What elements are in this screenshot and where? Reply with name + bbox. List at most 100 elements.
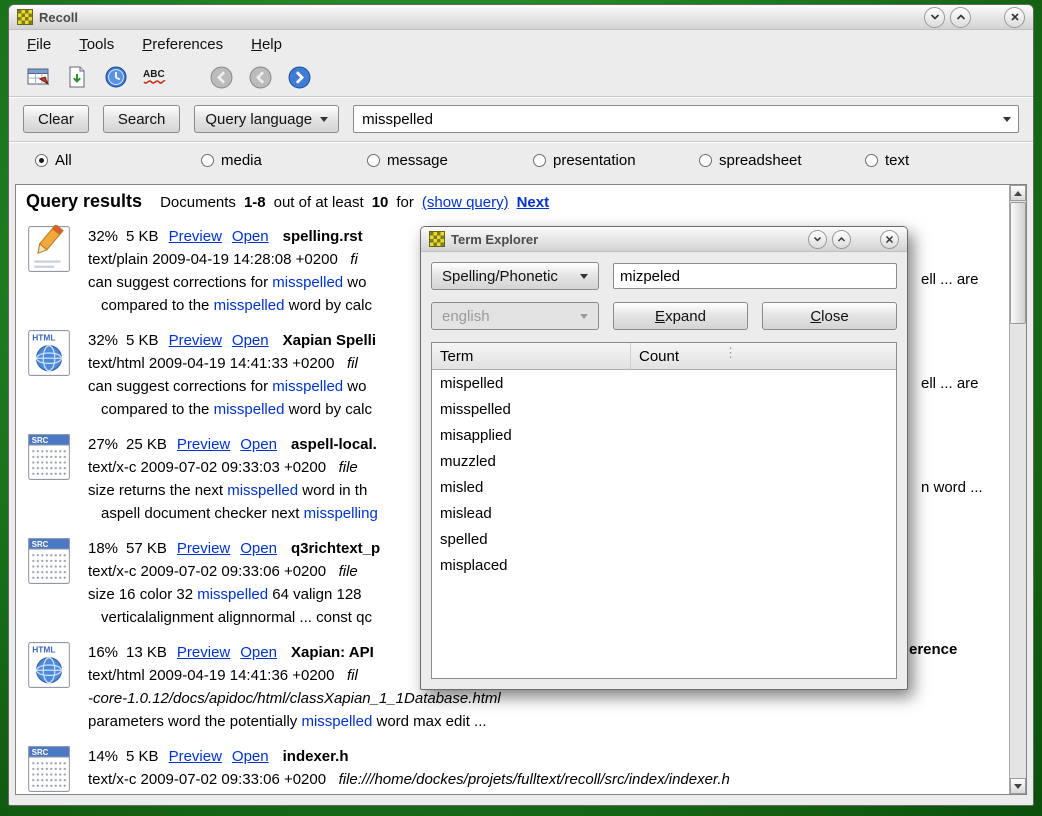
results-scrollbar[interactable] xyxy=(1009,185,1026,794)
dialog-controls xyxy=(808,230,899,249)
scroll-up-icon[interactable] xyxy=(1010,185,1026,201)
menu-file[interactable]: File xyxy=(27,36,51,53)
snippet-text: wo xyxy=(343,378,366,395)
open-link[interactable]: Open xyxy=(240,436,277,453)
term-row[interactable]: misapplied xyxy=(432,422,896,448)
dialog-title-bar[interactable]: Term Explorer xyxy=(421,227,907,252)
menu-bar: File Tools Preferences Help xyxy=(9,30,1033,58)
clock-icon[interactable] xyxy=(103,64,129,90)
term-row[interactable]: muzzled xyxy=(432,448,896,474)
snippet-text: size 16 color 32 xyxy=(88,586,197,603)
dialog-title: Term Explorer xyxy=(451,232,538,247)
text-file-icon xyxy=(26,225,72,317)
filter-label: message xyxy=(387,152,448,169)
search-button[interactable]: Search xyxy=(103,105,181,133)
term-table-header: Term Count ⋮ xyxy=(432,343,896,370)
close-button[interactable] xyxy=(1004,7,1025,28)
maximize-button[interactable] xyxy=(950,7,971,28)
language-label: english xyxy=(442,308,490,325)
query-language-dropdown[interactable]: Query language xyxy=(194,105,339,133)
chevron-down-icon xyxy=(580,274,588,279)
language-dropdown[interactable]: english xyxy=(431,302,599,330)
term-row[interactable]: misplaced xyxy=(432,552,896,578)
minimize-button[interactable] xyxy=(924,7,945,28)
preview-link[interactable]: Preview xyxy=(169,332,222,349)
filter-all[interactable]: All xyxy=(35,152,201,169)
result-size: 5 KB xyxy=(126,748,159,765)
clear-button[interactable]: Clear xyxy=(23,105,89,133)
result-url: file:///home/dockes/projets/fulltext/rec… xyxy=(339,771,730,788)
preview-link[interactable]: Preview xyxy=(177,540,230,557)
radio-icon xyxy=(699,154,712,167)
query-detail-icon[interactable] xyxy=(25,64,51,90)
next-page-link[interactable]: Next xyxy=(517,194,550,211)
scroll-down-icon[interactable] xyxy=(1010,778,1026,794)
dialog-minimize-button[interactable] xyxy=(808,230,827,249)
svg-text:HTML: HTML xyxy=(32,644,55,654)
back-icon[interactable] xyxy=(208,64,234,90)
open-link[interactable]: Open xyxy=(240,540,277,557)
open-link[interactable]: Open xyxy=(232,228,269,245)
snippet-text: verticalalignment alignnormal ... const … xyxy=(101,609,372,626)
radio-icon xyxy=(201,154,214,167)
query-language-label: Query language xyxy=(205,111,312,128)
filter-spreadsheet[interactable]: spreadsheet xyxy=(699,152,865,169)
filter-text[interactable]: text xyxy=(865,152,1031,169)
filter-label: All xyxy=(55,152,72,169)
filter-presentation[interactable]: presentation xyxy=(533,152,699,169)
menu-preferences[interactable]: Preferences xyxy=(142,36,223,53)
open-link[interactable]: Open xyxy=(232,748,269,765)
open-link[interactable]: Open xyxy=(240,644,277,661)
filter-bar: All media message presentationspreadsheette… xyxy=(9,141,1033,178)
snippet-text: aspell document checker next xyxy=(101,505,304,522)
term-input[interactable] xyxy=(614,264,896,288)
count-column-header[interactable]: Count xyxy=(631,348,679,365)
snippet-text: word by calc xyxy=(284,297,372,314)
term-row[interactable]: misspelled xyxy=(432,396,896,422)
menu-tools[interactable]: Tools xyxy=(79,36,114,53)
chevron-down-icon xyxy=(580,314,588,319)
toolbar: ABC xyxy=(9,58,1033,96)
term-row[interactable]: mislead xyxy=(432,500,896,526)
menu-help[interactable]: Help xyxy=(251,36,282,53)
preview-link[interactable]: Preview xyxy=(169,228,222,245)
back-icon-2[interactable] xyxy=(247,64,273,90)
results-header: Query results Documents 1-8 out of at le… xyxy=(26,191,1003,215)
expand-button[interactable]: Expand xyxy=(613,302,748,330)
abc-spell-icon[interactable]: ABC xyxy=(142,64,168,90)
result-size: 13 KB xyxy=(126,644,167,661)
expansion-mode-dropdown[interactable]: Spelling/Phonetic xyxy=(431,262,599,290)
dialog-maximize-button[interactable] xyxy=(832,230,851,249)
term-row[interactable]: spelled xyxy=(432,526,896,552)
title-bar[interactable]: Recoll xyxy=(9,5,1033,30)
show-query-link[interactable]: (show query) xyxy=(422,194,509,211)
result-score: 14% xyxy=(88,748,118,765)
scrollbar-thumb[interactable] xyxy=(1010,202,1026,324)
preview-link[interactable]: Preview xyxy=(177,644,230,661)
svg-text:HTML: HTML xyxy=(32,332,55,342)
filter-message[interactable]: message xyxy=(367,152,533,169)
term-table: Term Count ⋮ mispelledmisspelled misappli… xyxy=(431,342,897,679)
preview-link[interactable]: Preview xyxy=(169,748,222,765)
result-title: Xapian Spelli xyxy=(283,332,376,349)
term-column-header[interactable]: Term xyxy=(432,343,631,369)
filter-media[interactable]: media xyxy=(201,152,367,169)
dialog-close-button[interactable] xyxy=(880,230,899,249)
search-input[interactable] xyxy=(354,111,996,128)
snippet-text: text/x-c 2009-07-02 09:33:06 +0200 xyxy=(88,563,339,580)
term-cell: spelled xyxy=(432,531,631,548)
preview-link[interactable]: Preview xyxy=(177,436,230,453)
query-history-dropdown-icon[interactable] xyxy=(996,106,1018,132)
close-dialog-button[interactable]: Close xyxy=(762,302,897,330)
window-controls xyxy=(924,7,1025,28)
html-file-icon: HTML xyxy=(26,329,72,421)
term-cell: misapplied xyxy=(432,427,631,444)
document-icon[interactable] xyxy=(64,64,90,90)
open-link[interactable]: Open xyxy=(232,332,269,349)
term-row[interactable]: mispelled xyxy=(432,370,896,396)
term-row[interactable]: misled xyxy=(432,474,896,500)
radio-icon xyxy=(367,154,380,167)
overflow-text-fragment: ell ... are xyxy=(921,375,979,392)
forward-icon[interactable] xyxy=(286,64,312,90)
term-input-box xyxy=(613,263,897,289)
